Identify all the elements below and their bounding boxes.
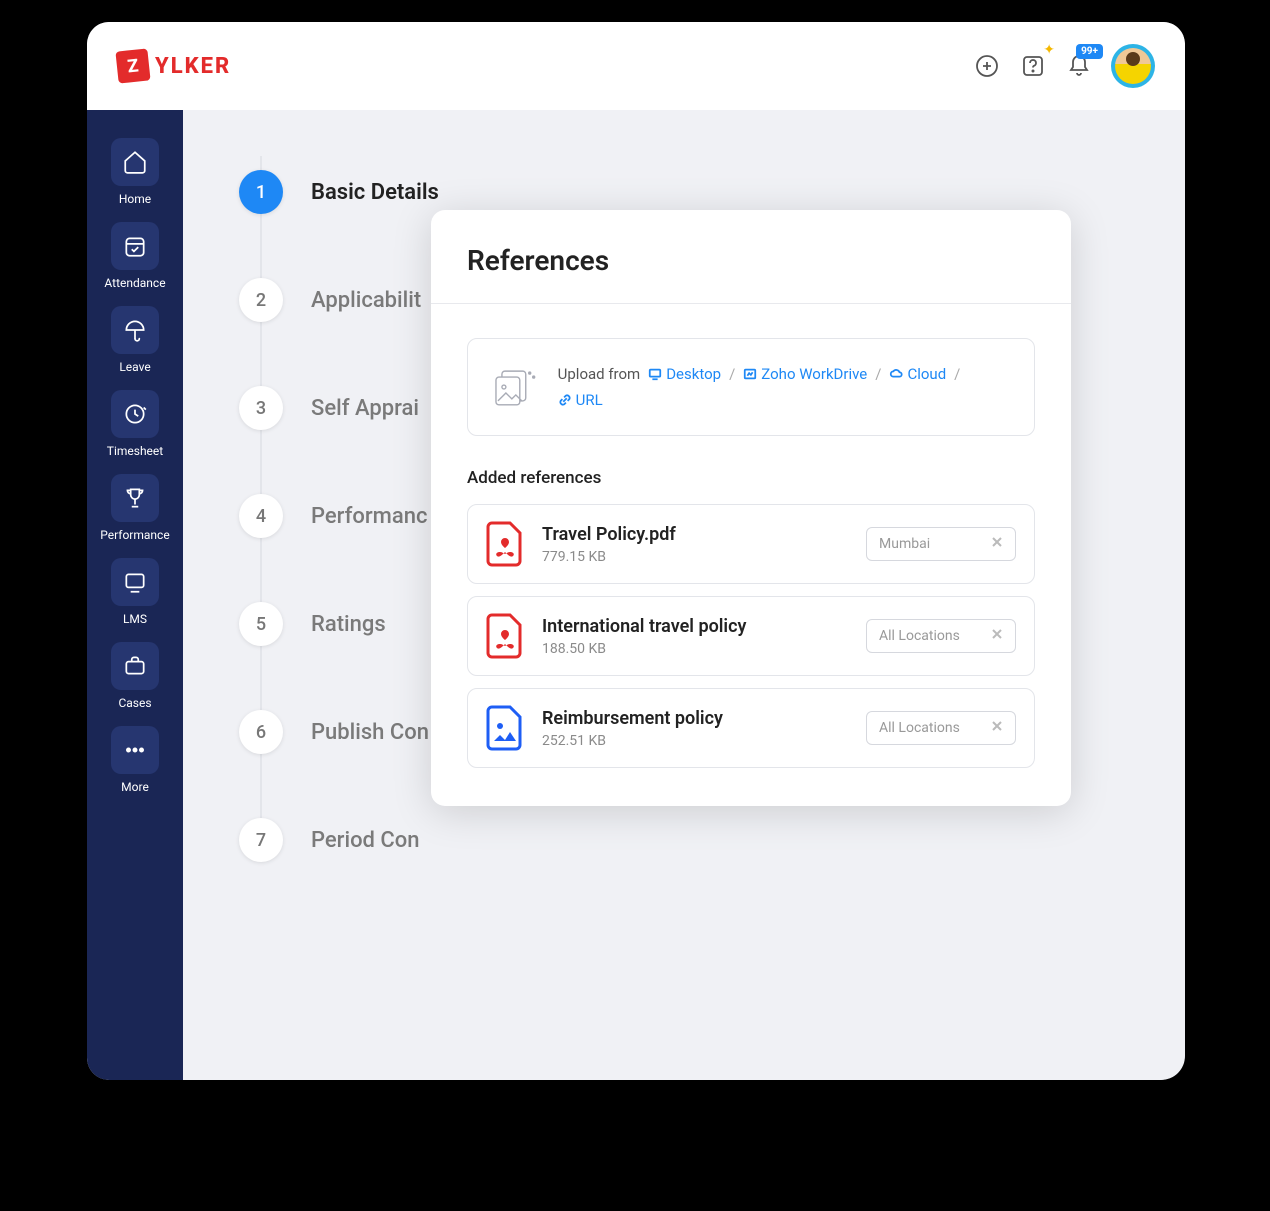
- divider: [431, 303, 1071, 304]
- reference-name: International travel policy: [542, 616, 848, 637]
- separator: /: [729, 365, 735, 383]
- step-label: Self Apprai: [311, 396, 419, 421]
- step-period[interactable]: 7 Period Con: [239, 818, 1185, 862]
- sidebar-item-label: Leave: [119, 360, 150, 374]
- help-icon[interactable]: ✦: [1019, 52, 1047, 80]
- reference-info: Reimbursement policy 252.51 KB: [542, 708, 848, 749]
- close-icon[interactable]: [991, 536, 1003, 552]
- gallery-icon: [492, 365, 540, 409]
- references-panel: References Upload from Desktop: [431, 210, 1071, 806]
- sidebar-item-performance[interactable]: Performance: [95, 470, 175, 546]
- bell-icon[interactable]: 99+: [1065, 52, 1093, 80]
- step-number: 1: [239, 170, 283, 214]
- step-number: 4: [239, 494, 283, 538]
- brand-logo[interactable]: Z YLKER: [117, 50, 231, 82]
- app-inner: Z YLKER ✦ 99+: [87, 22, 1185, 1080]
- step-label: Basic Details: [311, 180, 439, 205]
- upload-label: Upload from: [558, 365, 641, 383]
- tag-label: All Locations: [879, 720, 960, 736]
- reference-size: 252.51 KB: [542, 733, 848, 749]
- avatar[interactable]: [1111, 44, 1155, 88]
- step-label: Ratings: [311, 612, 386, 637]
- panel-title: References: [431, 244, 1071, 303]
- sidebar-item-cases[interactable]: Cases: [95, 638, 175, 714]
- top-actions: ✦ 99+: [973, 44, 1155, 88]
- calendar-check-icon: [111, 222, 159, 270]
- clock-icon: [111, 390, 159, 438]
- body: Home Attendance Leave Timesheet Performa…: [87, 110, 1185, 1080]
- sparkle-icon: ✦: [1043, 42, 1055, 58]
- upload-option-cloud[interactable]: Cloud: [889, 365, 946, 383]
- reference-location-tag[interactable]: All Locations: [866, 619, 1016, 653]
- image-file-icon: [486, 705, 524, 751]
- step-number: 3: [239, 386, 283, 430]
- pdf-file-icon: [486, 613, 524, 659]
- reference-location-tag[interactable]: All Locations: [866, 711, 1016, 745]
- logo-mark: Z: [115, 48, 150, 83]
- home-icon: [111, 138, 159, 186]
- sidebar-item-label: Attendance: [104, 276, 165, 290]
- reference-name: Reimbursement policy: [542, 708, 848, 729]
- sidebar-item-more[interactable]: More: [95, 722, 175, 798]
- upload-box: Upload from Desktop / Zoho WorkDrive /: [467, 338, 1035, 436]
- reference-info: International travel policy 188.50 KB: [542, 616, 848, 657]
- step-basic-details[interactable]: 1 Basic Details: [239, 170, 1185, 214]
- close-icon[interactable]: [991, 720, 1003, 736]
- reference-item: Reimbursement policy 252.51 KB All Locat…: [467, 688, 1035, 768]
- reference-list: Travel Policy.pdf 779.15 KB Mumbai: [431, 504, 1071, 768]
- upload-text: Upload from Desktop / Zoho WorkDrive /: [558, 365, 1010, 409]
- reference-name: Travel Policy.pdf: [542, 524, 848, 545]
- sidebar-item-home[interactable]: Home: [95, 134, 175, 210]
- app-shell: Z YLKER ✦ 99+: [85, 20, 1185, 1080]
- sidebar-item-timesheet[interactable]: Timesheet: [95, 386, 175, 462]
- separator: /: [954, 365, 960, 383]
- step-label: Period Con: [311, 828, 420, 853]
- trophy-icon: [111, 474, 159, 522]
- sidebar-item-label: Timesheet: [107, 444, 163, 458]
- close-icon[interactable]: [991, 628, 1003, 644]
- added-references-title: Added references: [431, 436, 1071, 504]
- topbar: Z YLKER ✦ 99+: [87, 22, 1185, 110]
- add-icon[interactable]: [973, 52, 1001, 80]
- sidebar-item-label: Home: [119, 192, 151, 206]
- upload-option-desktop[interactable]: Desktop: [648, 365, 721, 383]
- step-number: 2: [239, 278, 283, 322]
- separator: /: [875, 365, 881, 383]
- reference-location-tag[interactable]: Mumbai: [866, 527, 1016, 561]
- sidebar-item-lms[interactable]: LMS: [95, 554, 175, 630]
- reference-size: 188.50 KB: [542, 641, 848, 657]
- sidebar-item-label: Cases: [118, 696, 151, 710]
- reference-item: Travel Policy.pdf 779.15 KB Mumbai: [467, 504, 1035, 584]
- reference-size: 779.15 KB: [542, 549, 848, 565]
- step-number: 7: [239, 818, 283, 862]
- more-icon: [111, 726, 159, 774]
- sidebar-item-leave[interactable]: Leave: [95, 302, 175, 378]
- step-label: Publish Con: [311, 720, 429, 745]
- reference-item: International travel policy 188.50 KB Al…: [467, 596, 1035, 676]
- sidebar-item-label: LMS: [123, 612, 147, 626]
- tag-label: All Locations: [879, 628, 960, 644]
- step-label: Applicabilit: [311, 288, 421, 313]
- main-content: 1 Basic Details 2 Applicabilit 3 Self Ap…: [183, 110, 1185, 1080]
- umbrella-icon: [111, 306, 159, 354]
- step-number: 6: [239, 710, 283, 754]
- sidebar-item-label: More: [121, 780, 149, 794]
- sidebar-item-attendance[interactable]: Attendance: [95, 218, 175, 294]
- pdf-file-icon: [486, 521, 524, 567]
- briefcase-icon: [111, 642, 159, 690]
- upload-option-url[interactable]: URL: [558, 391, 603, 409]
- sidebar-item-label: Performance: [100, 528, 169, 542]
- logo-text: YLKER: [155, 54, 231, 79]
- tag-label: Mumbai: [879, 536, 930, 552]
- sidebar: Home Attendance Leave Timesheet Performa…: [87, 110, 183, 1080]
- notification-badge: 99+: [1076, 44, 1103, 59]
- step-number: 5: [239, 602, 283, 646]
- reference-info: Travel Policy.pdf 779.15 KB: [542, 524, 848, 565]
- step-label: Performanc: [311, 504, 427, 529]
- upload-option-workdrive[interactable]: Zoho WorkDrive: [743, 365, 867, 383]
- screen-icon: [111, 558, 159, 606]
